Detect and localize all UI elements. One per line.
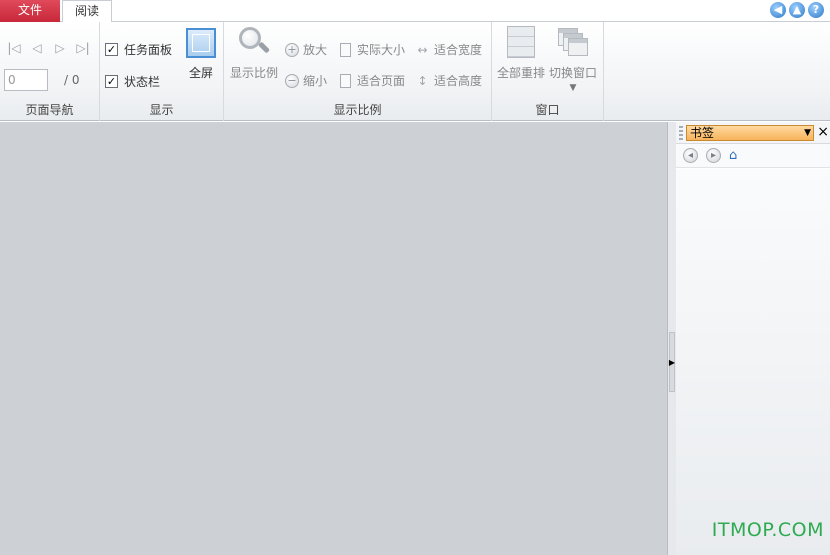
last-page-icon[interactable]: ▷|: [76, 41, 90, 55]
magnifier-icon: [238, 26, 271, 58]
tab-file[interactable]: 文件: [0, 0, 60, 22]
prev-page-icon[interactable]: ◁: [30, 41, 44, 55]
rearrange-icon: [507, 26, 535, 58]
group-label-zoom: 显示比例: [333, 103, 382, 117]
actual-size-button[interactable]: 实际大小: [338, 41, 405, 58]
rearrange-all-button[interactable]: 全部重排: [497, 26, 545, 81]
zoom-out-icon: −: [285, 73, 299, 88]
zoom-ratio-label: 显示比例: [230, 66, 279, 80]
task-panel: 书签 ▼ × ◂ ▸ ⌂: [676, 122, 830, 555]
collapse-panel-icon[interactable]: ▶: [669, 332, 675, 392]
status-bar-label: 状态栏: [124, 75, 161, 89]
prev-bookmark-icon[interactable]: ◂: [683, 148, 698, 163]
actual-size-label: 实际大小: [357, 43, 406, 57]
zoom-in-label: 放大: [303, 43, 328, 57]
chevron-down-icon: ▼: [569, 83, 577, 93]
fit-page-icon: [340, 73, 351, 88]
panel-splitter[interactable]: ▶: [667, 122, 676, 555]
first-page-icon[interactable]: |◁: [7, 41, 21, 55]
document-viewer[interactable]: [0, 122, 667, 555]
group-page-navigation: |◁ ◁ ▷ ▷| / 0 页面导航: [0, 22, 100, 121]
next-page-icon[interactable]: ▷: [53, 41, 67, 55]
page-total: / 0: [64, 73, 80, 87]
fullscreen-label: 全屏: [188, 66, 213, 80]
zoom-out-button[interactable]: − 缩小: [285, 72, 327, 89]
help-icon[interactable]: ?: [808, 2, 824, 18]
group-window: 全部重排 切换窗口 ▼ 窗口: [492, 22, 604, 121]
status-bar-checkbox[interactable]: ✓: [105, 75, 118, 88]
window-buttons: ◀ ▲ ?: [770, 2, 824, 18]
zoom-in-icon: +: [285, 42, 299, 57]
home-icon[interactable]: ⌂: [729, 148, 745, 163]
chevron-down-icon: ▼: [804, 128, 811, 138]
tab-read[interactable]: 阅读: [62, 0, 112, 23]
bookmark-toolbar: ◂ ▸ ⌂: [676, 144, 830, 168]
up-icon[interactable]: ▲: [789, 2, 805, 18]
rearrange-label: 全部重排: [497, 66, 546, 80]
ribbon-tab-bar: 文件 阅读 ◀ ▲ ?: [0, 0, 830, 23]
fit-height-icon: ↕: [417, 73, 428, 88]
panel-type-value: 书签: [690, 126, 715, 140]
group-show: ✓ 任务面板 ✓ 状态栏 全屏 显示: [100, 22, 224, 121]
task-panel-toggle[interactable]: ✓ 任务面板: [105, 41, 172, 58]
fit-height-label: 适合高度: [434, 74, 483, 88]
fit-page-label: 适合页面: [357, 74, 406, 88]
fit-page-button[interactable]: 适合页面: [338, 72, 405, 89]
group-zoom: 显示比例 + 放大 − 缩小 实际大小 适合页面 ↔ 适合宽度 ↕ 适合高度 显…: [224, 22, 492, 121]
fullscreen-button[interactable]: 全屏: [184, 28, 218, 81]
status-bar-toggle[interactable]: ✓ 状态栏: [105, 73, 160, 90]
next-bookmark-icon[interactable]: ▸: [706, 148, 721, 163]
fit-width-label: 适合宽度: [434, 43, 483, 57]
close-icon[interactable]: ×: [817, 124, 829, 140]
bookmark-list[interactable]: [676, 169, 830, 555]
back-icon[interactable]: ◀: [770, 2, 786, 18]
fit-width-icon: ↔: [417, 42, 428, 57]
group-label-nav: 页面导航: [25, 103, 74, 117]
switch-window-button[interactable]: 切换窗口 ▼: [549, 26, 597, 93]
fullscreen-icon: [186, 28, 216, 58]
group-label-window: 窗口: [535, 103, 560, 117]
fit-height-button[interactable]: ↕ 适合高度: [415, 72, 482, 89]
switch-window-label: 切换窗口: [549, 66, 598, 80]
task-panel-header: 书签 ▼ ×: [676, 122, 830, 144]
fit-width-button[interactable]: ↔ 适合宽度: [415, 41, 482, 58]
drag-grip-icon[interactable]: [679, 126, 683, 140]
zoom-out-label: 缩小: [303, 74, 328, 88]
zoom-ratio-button[interactable]: 显示比例: [230, 26, 278, 81]
zoom-in-button[interactable]: + 放大: [285, 41, 327, 58]
page-number-input[interactable]: [4, 69, 48, 91]
switch-window-icon: [558, 28, 588, 58]
panel-type-select[interactable]: 书签 ▼: [686, 125, 814, 141]
group-label-show: 显示: [149, 103, 174, 117]
watermark: ITMOP.COM: [711, 519, 824, 541]
task-panel-checkbox[interactable]: ✓: [105, 43, 118, 56]
ribbon: |◁ ◁ ▷ ▷| / 0 页面导航 ✓ 任务面板 ✓ 状态栏 全屏 显示 显示…: [0, 22, 830, 121]
task-panel-label: 任务面板: [124, 43, 173, 57]
page-icon: [340, 42, 351, 57]
